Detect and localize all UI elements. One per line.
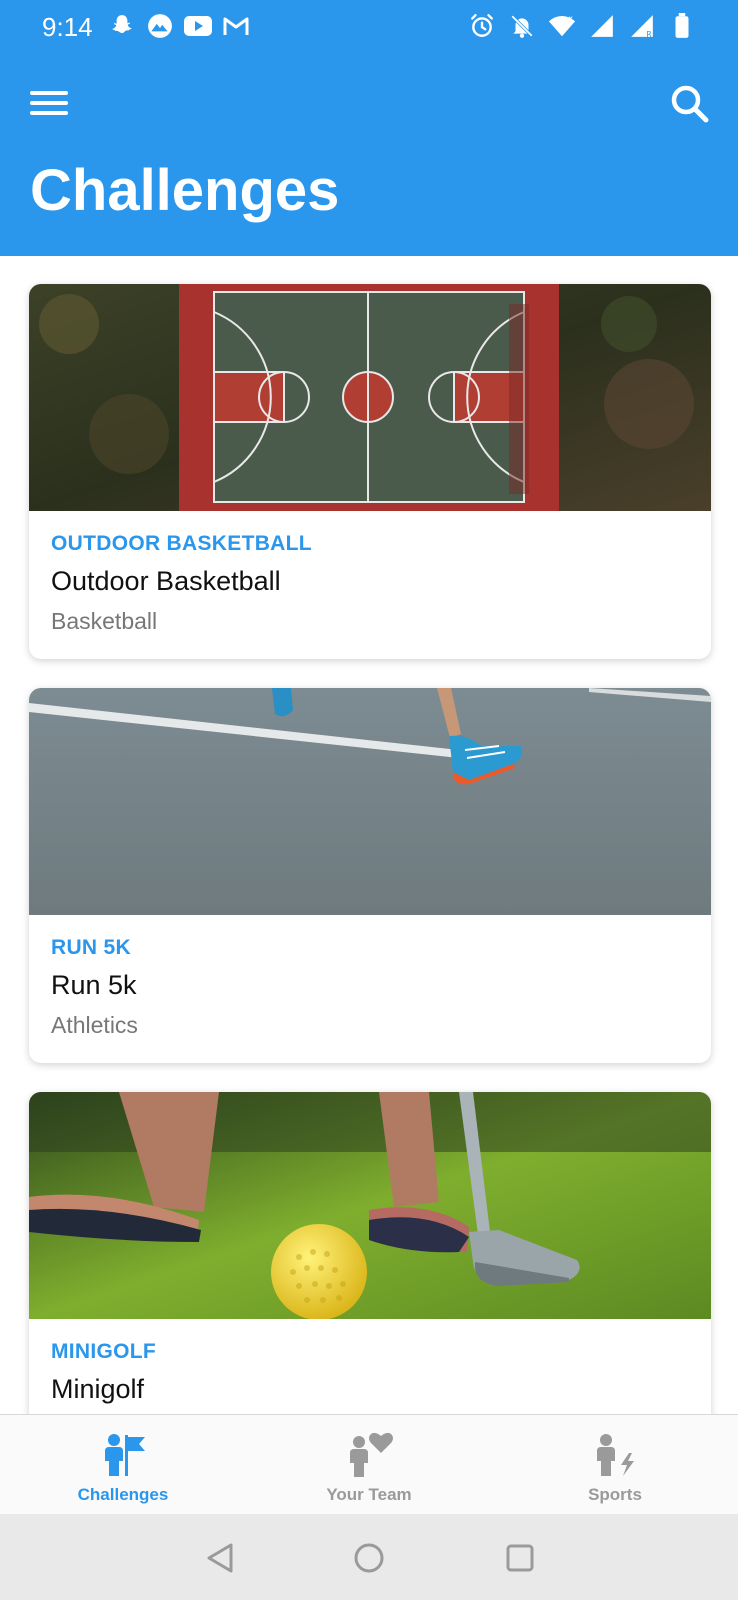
challenge-list[interactable]: OUTDOOR BASKETBALL Outdoor Basketball Ba…: [0, 256, 738, 1414]
card-sport: Basketball: [51, 608, 158, 634]
person-flag-icon: [0, 1431, 246, 1479]
back-icon[interactable]: [196, 1534, 244, 1582]
page-title: Challenges: [30, 158, 340, 223]
tab-label: Challenges: [77, 1485, 169, 1504]
battery-icon: [668, 12, 696, 40]
person-bolt-icon: [492, 1431, 738, 1479]
card-title: Outdoor Basketball: [51, 566, 281, 596]
signal-roaming-icon: R: [628, 12, 656, 40]
person-heart-icon: [246, 1431, 492, 1479]
card-title: Minigolf: [51, 1374, 145, 1404]
snapchat-icon: [108, 12, 136, 40]
recents-icon[interactable]: [496, 1534, 544, 1582]
system-nav-bar: [0, 1514, 738, 1600]
search-icon[interactable]: [668, 82, 712, 126]
card-kicker: MINIGOLF: [51, 1340, 157, 1363]
challenge-card-minigolf[interactable]: MINIGOLF Minigolf: [29, 1092, 711, 1414]
card-sport: Athletics: [51, 1012, 138, 1038]
card-title: Run 5k: [51, 970, 137, 1000]
bell-off-icon: [508, 12, 536, 40]
challenge-card-run-5k[interactable]: RUN 5K Run 5k Athletics: [29, 688, 711, 1063]
youtube-icon: [184, 12, 212, 40]
hamburger-menu-icon[interactable]: [30, 86, 70, 122]
signal-icon: [588, 12, 616, 40]
tab-challenges[interactable]: Challenges: [0, 1415, 246, 1515]
app-bar: 9:14 x R Challenges: [0, 0, 738, 256]
wifi-icon: x: [548, 12, 576, 40]
gmail-icon: [222, 12, 250, 40]
challenge-card-outdoor-basketball[interactable]: OUTDOOR BASKETBALL Outdoor Basketball Ba…: [29, 284, 711, 659]
card-kicker: OUTDOOR BASKETBALL: [51, 532, 312, 555]
svg-text:R: R: [646, 30, 652, 39]
card-kicker: RUN 5K: [51, 936, 131, 959]
basketball-court-aerial-photo: [29, 284, 711, 511]
status-time: 9:14: [42, 12, 93, 42]
minigolf-putter-ball-photo: [29, 1092, 711, 1319]
svg-text:x: x: [569, 13, 574, 22]
tab-label: Sports: [588, 1485, 642, 1504]
status-bar: 9:14 x R: [0, 0, 738, 56]
bottom-tab-bar: Challenges Your Team Sports: [0, 1414, 738, 1514]
home-icon[interactable]: [345, 1534, 393, 1582]
mountain-app-icon: [146, 12, 174, 40]
tab-your-team[interactable]: Your Team: [246, 1415, 492, 1515]
tab-sports[interactable]: Sports: [492, 1415, 738, 1515]
alarm-icon: [468, 12, 496, 40]
tab-label: Your Team: [326, 1485, 412, 1504]
runner-shoes-asphalt-photo: [29, 688, 711, 915]
